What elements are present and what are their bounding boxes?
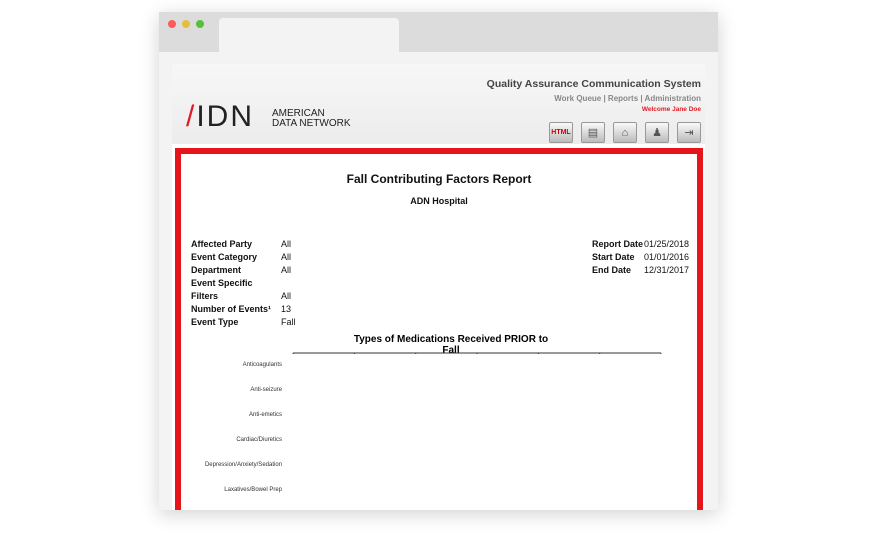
- category-label: Depression/Anxiety/Sedation: [204, 462, 282, 468]
- nav-work-queue[interactable]: Work Queue: [554, 94, 601, 103]
- page: /IDN AMERICAN DATA NETWORK Quality Assura…: [172, 64, 705, 510]
- nav-administration[interactable]: Administration: [645, 94, 701, 103]
- browser-window: /IDN AMERICAN DATA NETWORK Quality Assura…: [159, 12, 718, 510]
- logout-icon[interactable]: ⇥: [677, 122, 701, 143]
- category-label: Anti-seizure: [250, 387, 282, 393]
- close-dot[interactable]: [168, 20, 176, 28]
- export-icon[interactable]: ▤: [581, 122, 605, 143]
- browser-tab[interactable]: [219, 18, 399, 52]
- home-icon[interactable]: ⌂: [613, 122, 637, 143]
- report-panel: Fall Contributing Factors Report ADN Hos…: [175, 148, 703, 510]
- user-icon[interactable]: ♟: [645, 122, 669, 143]
- top-nav: Work Queue | Reports | Administration: [554, 94, 701, 103]
- minimize-dot[interactable]: [182, 20, 190, 28]
- chart-svg: [292, 352, 662, 354]
- category-label: Anti-emetics: [248, 412, 282, 418]
- browser-tab-bar: [159, 12, 718, 52]
- toolbar: HTML ▤ ⌂ ♟ ⇥: [549, 122, 701, 143]
- logo-line: DATA NETWORK: [272, 118, 351, 129]
- category-label: Cardiac/Diuretics: [236, 437, 282, 443]
- system-title: Quality Assurance Communication System: [486, 78, 701, 90]
- category-label: Anticoagulants: [242, 362, 282, 368]
- header: /IDN AMERICAN DATA NETWORK Quality Assura…: [172, 64, 705, 144]
- category-label: Laxatives/Bowel Prep: [224, 487, 282, 493]
- html-export-icon[interactable]: HTML: [549, 122, 573, 143]
- nav-reports[interactable]: Reports: [608, 94, 638, 103]
- logo-subtitle: AMERICAN DATA NETWORK: [272, 109, 351, 129]
- adn-logo: /IDN: [186, 100, 255, 133]
- welcome-text: Welcome Jane Doe: [641, 106, 701, 113]
- maximize-dot[interactable]: [196, 20, 204, 28]
